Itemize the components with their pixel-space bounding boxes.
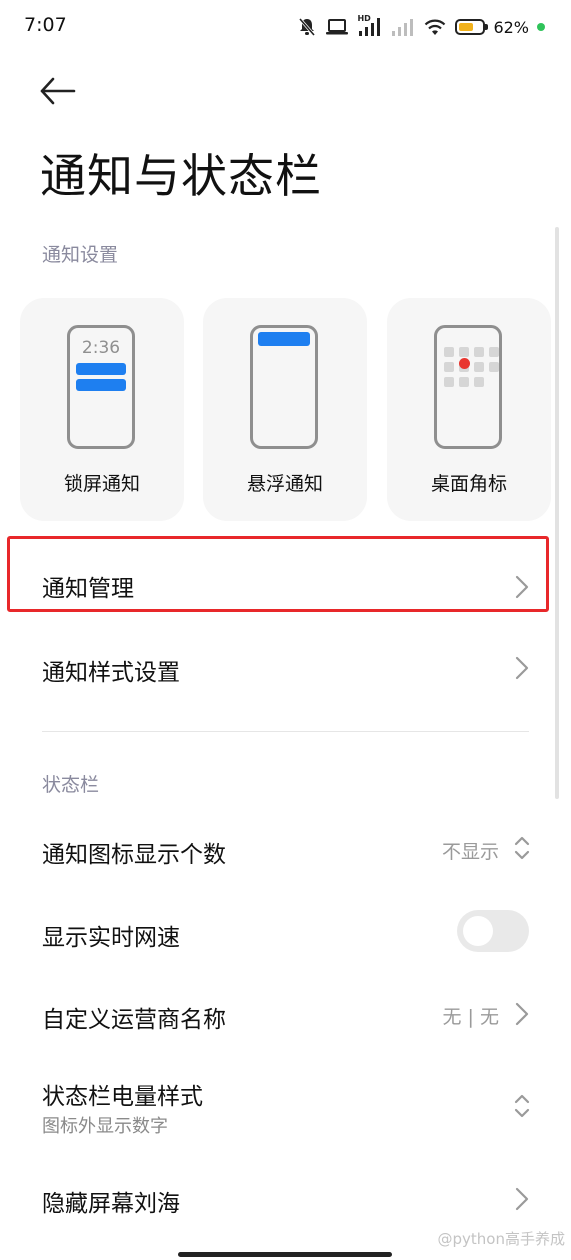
battery-fill — [459, 23, 474, 31]
section-header-notification-settings: 通知设置 — [42, 244, 119, 266]
preview-notification-bar — [76, 363, 126, 375]
chevron-right-icon — [515, 656, 529, 680]
chevron-up-down-icon — [514, 836, 530, 860]
muted-bell-icon — [297, 17, 317, 37]
chevron-right-icon — [515, 1187, 529, 1211]
badge-dot-icon — [459, 358, 470, 369]
status-time: 7:07 — [24, 14, 67, 36]
row-value: 不显示 — [441, 841, 499, 863]
battery-percent: 62% — [493, 17, 529, 37]
row-carrier-name[interactable]: 自定义运营商名称 无 | 无 — [0, 972, 571, 1054]
preview-time: 2:36 — [81, 338, 121, 358]
card-label: 锁屏通知 — [63, 473, 140, 495]
signal-icon — [391, 17, 415, 37]
row-notification-style[interactable]: 通知样式设置 — [0, 626, 571, 706]
chevron-up-down-icon — [514, 1094, 530, 1118]
row-label: 显示实时网速 — [42, 925, 180, 951]
section-header-status-bar: 状态栏 — [42, 774, 100, 796]
row-label: 通知样式设置 — [42, 660, 180, 686]
card-lockscreen-notification[interactable]: 2:36 锁屏通知 — [20, 298, 184, 521]
divider — [42, 731, 529, 732]
row-label: 状态栏电量样式 — [42, 1084, 203, 1110]
scrollbar[interactable] — [555, 227, 559, 799]
wifi-icon — [423, 17, 447, 37]
battery-icon — [455, 19, 489, 35]
hd-signal-icon: HD — [357, 14, 383, 38]
card-app-badge[interactable]: 桌面角标 — [387, 298, 551, 521]
chevron-right-icon — [515, 1002, 529, 1026]
card-floating-notification[interactable]: 悬浮通知 — [203, 298, 367, 521]
card-label: 桌面角标 — [430, 473, 507, 495]
status-bar: 7:07 HD 62% — [0, 0, 571, 52]
badge-preview-icon — [434, 325, 502, 449]
row-label: 通知图标显示个数 — [42, 842, 226, 868]
status-icons: HD 62% — [297, 14, 545, 40]
preview-floating-bar — [258, 332, 310, 346]
row-notification-icon-count[interactable]: 通知图标显示个数 不显示 — [0, 808, 571, 888]
back-arrow-icon — [40, 77, 76, 105]
row-sub-label: 图标外显示数字 — [42, 1116, 168, 1137]
row-label: 通知管理 — [42, 576, 134, 602]
page-title: 通知与状态栏 — [40, 149, 322, 203]
chevron-right-icon — [515, 575, 529, 599]
preview-app-grid — [444, 347, 499, 387]
toggle-knob — [463, 916, 493, 946]
floating-preview-icon — [250, 325, 318, 449]
preview-notification-bar — [76, 379, 126, 391]
row-notification-management[interactable]: 通知管理 — [0, 538, 571, 610]
row-battery-style[interactable]: 状态栏电量样式 图标外显示数字 — [0, 1062, 571, 1152]
card-label: 悬浮通知 — [246, 473, 323, 495]
home-indicator[interactable] — [178, 1252, 392, 1257]
row-label: 自定义运营商名称 — [42, 1007, 226, 1033]
row-label: 隐藏屏幕刘海 — [42, 1191, 180, 1217]
lockscreen-preview-icon: 2:36 — [67, 325, 135, 449]
watermark: @python高手养成 — [437, 1230, 565, 1248]
network-speed-toggle[interactable] — [457, 910, 529, 952]
row-value: 无 | 无 — [442, 1006, 499, 1028]
green-dot-icon — [537, 23, 545, 31]
laptop-icon — [325, 17, 349, 37]
row-hide-notch[interactable]: 隐藏屏幕刘海 — [0, 1158, 571, 1238]
back-button[interactable] — [38, 74, 78, 108]
